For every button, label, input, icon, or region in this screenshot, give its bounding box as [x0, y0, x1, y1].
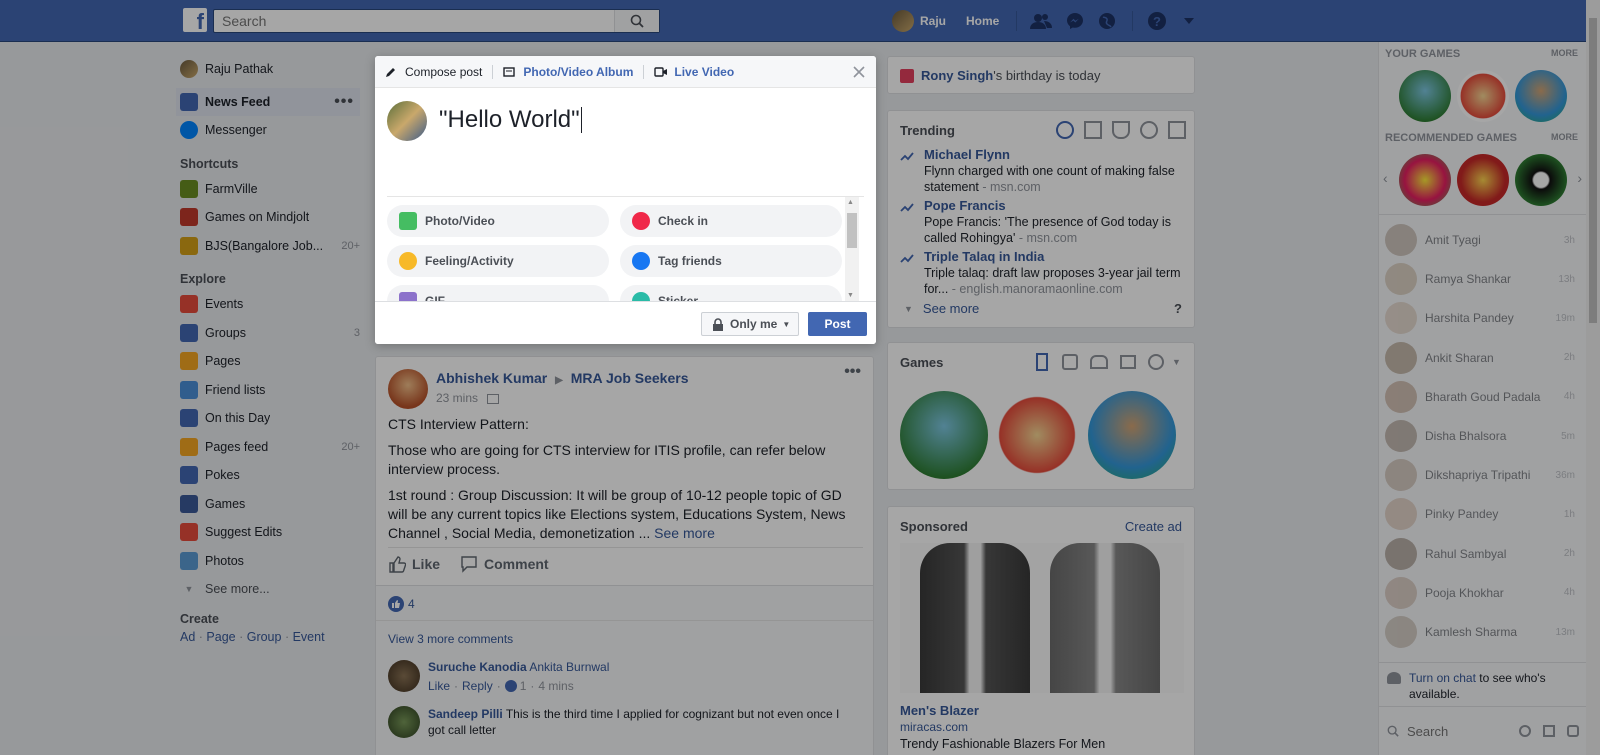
composer-option-gif[interactable]: GIF [387, 285, 609, 301]
text-cursor [580, 107, 582, 133]
close-icon[interactable] [852, 65, 866, 79]
privacy-label: Only me [730, 317, 778, 331]
tab-compose-post[interactable]: Compose post [375, 56, 492, 88]
options-scrollbar[interactable]: ▲ ▼ [845, 197, 859, 301]
composer-option-tag-friends[interactable]: Tag friends [620, 245, 842, 277]
video-camera-icon [654, 66, 668, 77]
compose-post-dialog: Compose post Photo/Video Album Live Vide… [375, 56, 876, 344]
option-label: Sticker [658, 294, 699, 301]
option-label: Photo/Video [425, 214, 495, 228]
photo-icon [399, 212, 417, 230]
composer-option-sticker[interactable]: Sticker [620, 285, 842, 301]
composer-textarea[interactable]: "Hello World" [439, 106, 582, 134]
composer-footer: Only me ▼ Post [375, 301, 876, 344]
tag-friends-icon [632, 252, 650, 270]
composer-avatar [387, 101, 427, 141]
composer-options: Photo/Video Check in Feeling/Activity Tag f… [375, 197, 855, 301]
pencil-icon [386, 67, 395, 77]
composer-option-feeling-activity[interactable]: Feeling/Activity [387, 245, 609, 277]
composer-option-check-in[interactable]: Check in [620, 205, 842, 237]
privacy-selector[interactable]: Only me ▼ [701, 312, 799, 336]
chevron-down-icon: ▼ [782, 319, 791, 329]
album-icon [503, 66, 516, 77]
checkin-icon [632, 212, 650, 230]
lock-icon [713, 317, 723, 331]
feeling-icon [399, 252, 417, 270]
composer-option-photo-video[interactable]: Photo/Video [387, 205, 609, 237]
tab-label: Photo/Video Album [523, 64, 634, 79]
option-label: GIF [425, 294, 445, 301]
composer-text: "Hello World" [439, 106, 580, 133]
tab-photo-video-album[interactable]: Photo/Video Album [493, 56, 643, 88]
option-label: Check in [658, 214, 709, 228]
sticker-icon [632, 292, 650, 301]
option-label: Tag friends [658, 254, 722, 268]
scrollbar-thumb[interactable] [847, 213, 857, 248]
tab-live-video[interactable]: Live Video [644, 56, 744, 88]
post-button[interactable]: Post [808, 312, 867, 336]
option-label: Feeling/Activity [425, 254, 514, 268]
tab-label: Compose post [405, 64, 483, 79]
gif-icon [399, 292, 417, 301]
tab-label: Live Video [674, 64, 735, 79]
composer-tabs: Compose post Photo/Video Album Live Vide… [375, 56, 876, 88]
